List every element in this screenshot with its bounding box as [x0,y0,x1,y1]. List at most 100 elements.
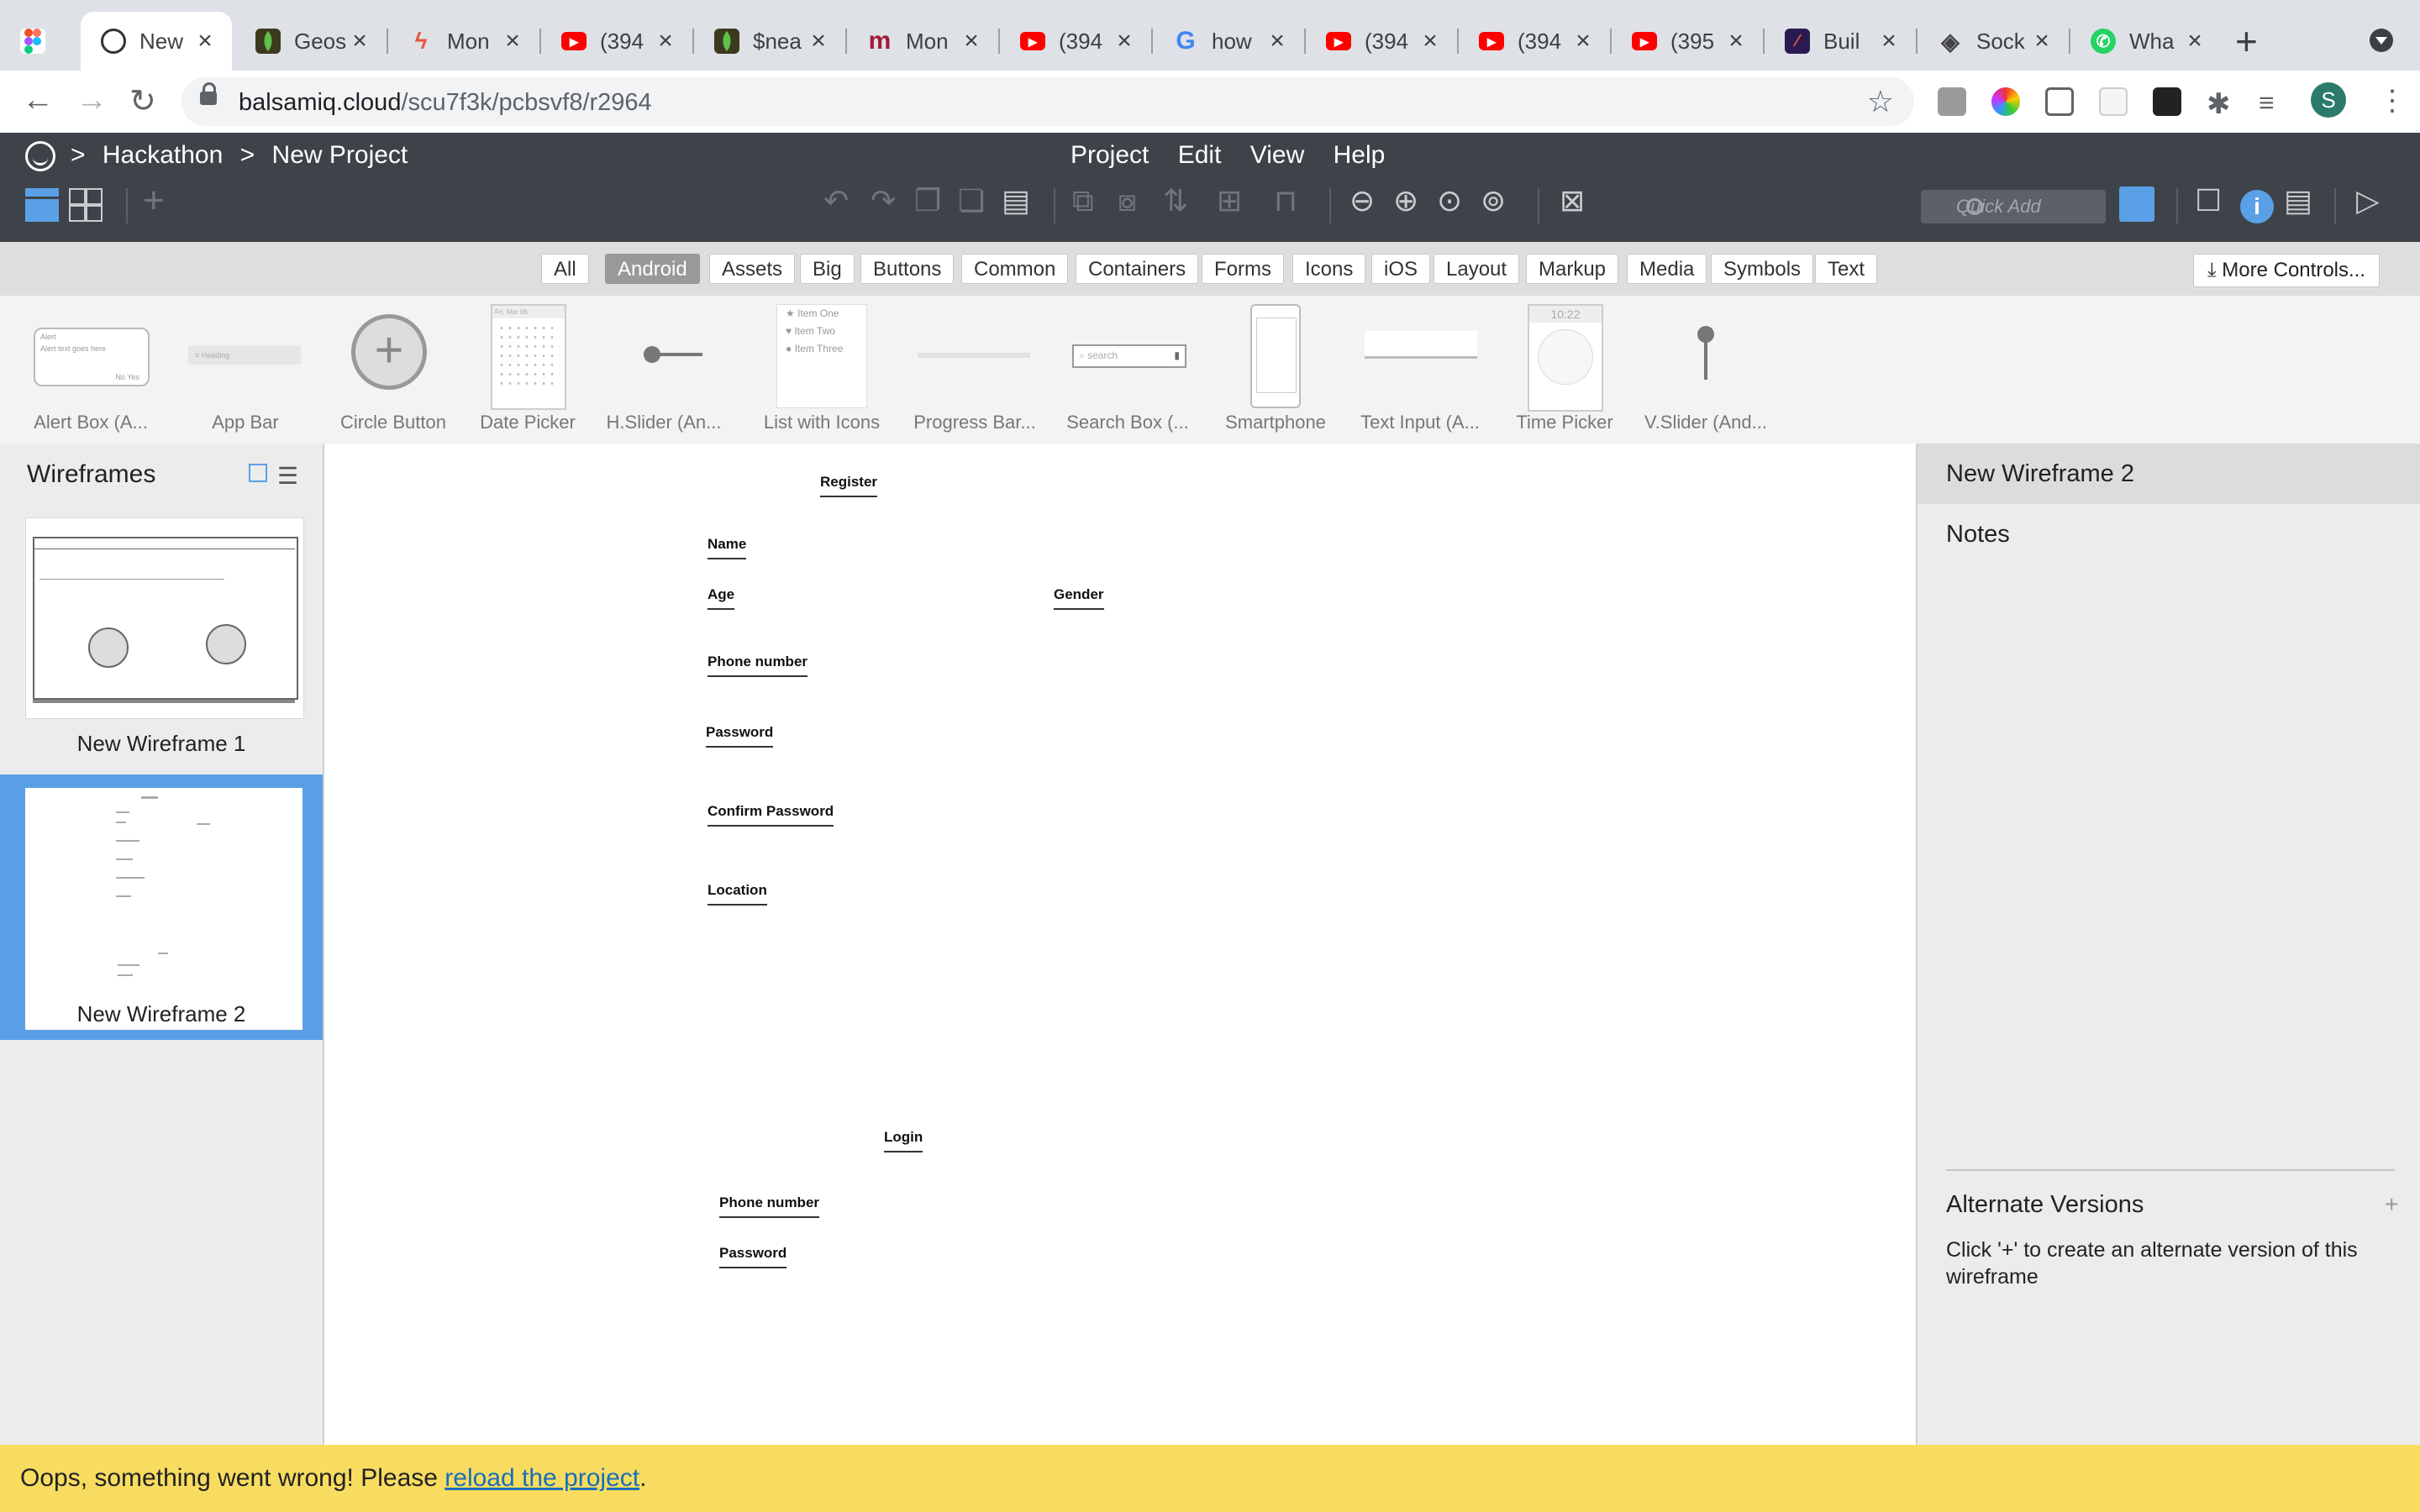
tab[interactable]: ▸ (394 × [1306,12,1457,71]
new-tab-button[interactable]: + [2235,18,2258,64]
tab[interactable]: ϟ Mon × [388,12,539,71]
ungroup-icon[interactable]: ⧇ [1118,183,1137,219]
name-label-control[interactable]: Name [708,536,747,559]
login-password-control[interactable]: Password [719,1245,787,1268]
breadcrumb-project[interactable]: New Project [272,141,408,169]
wireframe-item-2-selected[interactable]: New Wireframe 2 [0,774,323,1040]
address-bar[interactable]: balsamiq.cloud/scu7f3k/pcbsvf8/r2964 ☆ [182,77,1914,126]
tab[interactable]: m Mon × [847,12,998,71]
reload-icon[interactable]: ↻ [129,82,156,120]
zoom-out-icon[interactable]: ⊖ [1349,183,1375,218]
filter-layout[interactable]: Layout [1434,254,1520,284]
filter-common[interactable]: Common [961,254,1069,284]
balsamiq-logo-icon[interactable] [25,141,55,171]
calendar-extension-icon[interactable] [2099,87,2128,116]
close-tab-icon[interactable]: × [193,27,217,55]
close-tab-icon[interactable]: × [501,27,524,55]
wireframe-name[interactable]: New Wireframe 2 [1946,460,2134,488]
lock-icon[interactable]: ⊓ [1274,183,1297,218]
close-tab-icon[interactable]: × [1877,27,1901,55]
tab[interactable]: G how × [1153,12,1304,71]
close-tab-icon[interactable]: × [348,27,371,55]
tab-figma[interactable] [0,12,84,71]
grid-view-icon[interactable] [69,188,103,222]
filter-ios[interactable]: iOS [1371,254,1431,284]
filter-big[interactable]: Big [800,254,855,284]
single-view-icon[interactable] [25,188,59,222]
filter-android[interactable]: Android [605,254,700,284]
profile-avatar[interactable]: S [2311,82,2346,118]
color-picker-extension-icon[interactable] [1991,87,2020,116]
filter-icons[interactable]: Icons [1292,254,1366,284]
wireframe-item-1[interactable]: New Wireframe 1 [0,517,323,785]
menu-edit[interactable]: Edit [1178,141,1222,169]
tab[interactable]: ⁄ Buil × [1765,12,1916,71]
quick-add-input[interactable]: Quick Add [1921,190,2106,223]
close-tab-icon[interactable]: × [1724,27,1748,55]
bookmark-star-icon[interactable]: ☆ [1867,84,1894,119]
confirm-password-label-control[interactable]: Confirm Password [708,803,834,827]
extensions-puzzle-icon[interactable]: ✱ [2207,87,2235,120]
menu-project[interactable]: Project [1071,141,1149,169]
presentation-play-icon[interactable]: ▷ [2356,183,2380,218]
url-text[interactable]: balsamiq.cloud/scu7f3k/pcbsvf8/r2964 [239,89,652,117]
filter-all[interactable]: All [541,254,589,284]
filter-media[interactable]: Media [1627,254,1707,284]
close-tab-icon[interactable]: × [1571,27,1595,55]
group-icon[interactable]: ⧉ [1072,183,1094,219]
notes-icon[interactable]: ▤ [2284,183,2312,218]
extension-es-icon[interactable] [1938,87,1966,116]
filter-containers[interactable]: Containers [1076,254,1199,284]
redo-icon[interactable]: ↷ [871,183,896,218]
filter-forms[interactable]: Forms [1202,254,1284,284]
screenshot-extension-icon[interactable] [2045,87,2074,116]
forward-icon[interactable]: → [76,82,108,118]
browser-menu-icon[interactable]: ⋮ [2378,84,2407,118]
filter-symbols[interactable]: Symbols [1711,254,1814,284]
tab[interactable]: ▸ (394 × [1000,12,1151,71]
notes-label[interactable]: Notes [1946,521,2010,549]
tab[interactable]: ▸ (395 × [1612,12,1763,71]
list-view-icon[interactable]: ☰ [277,462,298,490]
paste-icon[interactable]: ▤ [1002,183,1030,218]
tab[interactable]: Geos × [235,12,387,71]
undo-icon[interactable]: ↶ [823,183,849,218]
register-heading-control[interactable]: Register [820,474,878,497]
info-icon[interactable]: i [2240,190,2274,223]
back-icon[interactable]: ← [22,82,54,118]
login-phone-number-control[interactable]: Phone number [719,1194,820,1218]
align-icon[interactable]: ⊞ [1217,183,1242,218]
tab[interactable]: ✆ Wha × [2070,12,2222,71]
zoom-in-icon[interactable]: ⊕ [1393,183,1418,218]
filter-buttons[interactable]: Buttons [860,254,955,284]
more-controls-button[interactable]: ⤓ More Controls... [2193,254,2380,287]
duplicate-icon[interactable]: ❏ [958,183,985,218]
close-tab-icon[interactable]: × [807,27,830,55]
copy-icon[interactable]: ❐ [914,183,941,218]
add-icon[interactable]: + [143,180,165,222]
thumbnail-view-icon[interactable] [249,464,267,482]
close-tab-icon[interactable]: × [654,27,677,55]
password-label-control[interactable]: Password [706,724,774,748]
tab-balsamiq-active[interactable]: New × [81,12,232,71]
close-tab-icon[interactable]: × [2030,27,2054,55]
filter-markup[interactable]: Markup [1526,254,1619,284]
close-tab-icon[interactable]: × [1265,27,1289,55]
breadcrumb-project-group[interactable]: Hackathon [103,141,223,169]
react-devtools-icon[interactable] [2153,87,2181,116]
close-tab-icon[interactable]: × [2183,27,2207,55]
tab[interactable]: $nea × [694,12,845,71]
clear-clipboard-icon[interactable]: ⊠ [1560,183,1585,218]
login-heading-control[interactable]: Login [884,1129,923,1152]
close-tab-icon[interactable]: × [1113,27,1136,55]
phone-number-label-control[interactable]: Phone number [708,654,808,677]
ui-library-icon[interactable] [2119,186,2154,222]
tab[interactable]: ▸ (394 × [541,12,692,71]
close-tab-icon[interactable]: × [960,27,983,55]
tab-search-icon[interactable] [2370,29,2393,52]
reload-project-link[interactable]: reload the project [445,1464,639,1492]
filter-text[interactable]: Text [1815,254,1878,284]
gender-label-control[interactable]: Gender [1054,586,1104,610]
age-label-control[interactable]: Age [708,586,735,610]
location-label-control[interactable]: Location [708,882,767,906]
